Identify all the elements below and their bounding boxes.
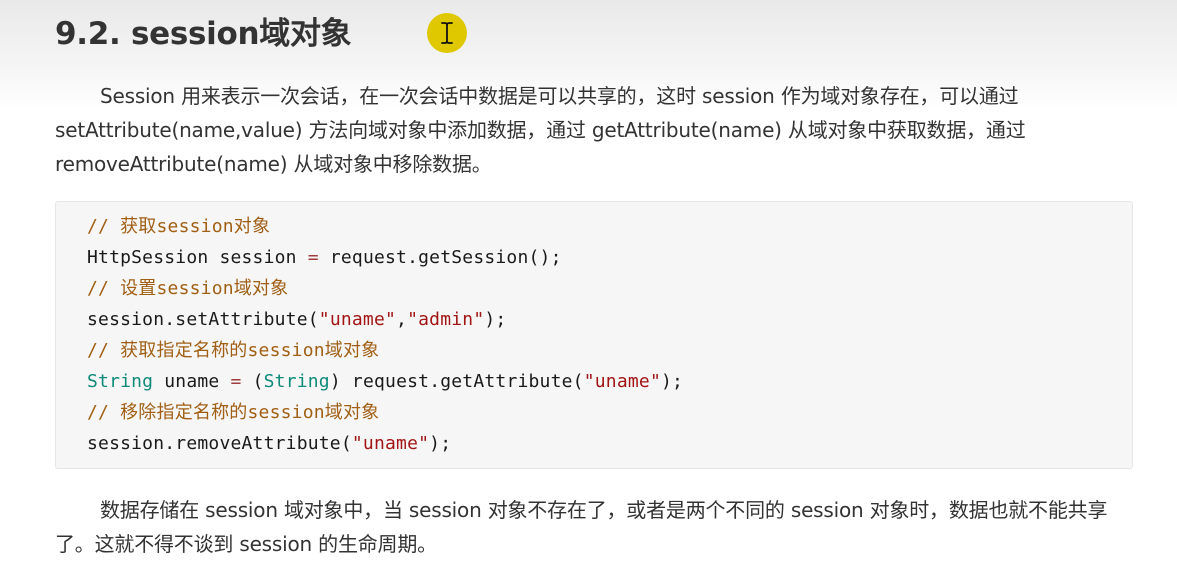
code-string: "uname" — [351, 433, 430, 454]
outro-paragraph: 数据存储在 session 域对象中，当 session 对象不存在了，或者是两… — [55, 498, 1108, 556]
code-token: session.setAttribute( — [87, 309, 319, 330]
code-block: // 获取session对象 HttpSession session = req… — [55, 201, 1133, 469]
code-comment-get-session: // 获取session对象 — [87, 216, 271, 237]
section-heading: 9.2. session域对象 — [55, 16, 352, 52]
code-operator: = — [307, 247, 319, 268]
code-token: , — [396, 309, 408, 330]
code-line-get-attribute: String uname = (String) request.getAttri… — [87, 368, 683, 396]
code-line-set-attribute: session.setAttribute("uname","admin"); — [87, 306, 506, 334]
code-token: ) request.getAttribute( — [329, 371, 584, 392]
code-operator: = — [230, 371, 242, 392]
code-token: ); — [660, 371, 684, 392]
code-type: String — [87, 371, 154, 392]
code-comment-remove-attribute: // 移除指定名称的session域对象 — [87, 402, 380, 423]
code-string: "admin" — [407, 309, 485, 330]
code-token: session.removeAttribute( — [87, 433, 352, 454]
i-beam-glyph — [441, 22, 453, 44]
code-token: request.getSession(); — [318, 247, 562, 268]
code-token: uname — [153, 371, 231, 392]
code-token: HttpSession session — [87, 247, 308, 268]
code-line-remove-attribute: session.removeAttribute("uname"); — [87, 430, 451, 458]
intro-paragraph: Session 用来表示一次会话，在一次会话中数据是可以共享的，这时 sessi… — [55, 84, 1026, 176]
code-comment-set-attribute: // 设置session域对象 — [87, 278, 289, 299]
text-cursor-icon — [427, 13, 467, 53]
code-type: String — [263, 371, 330, 392]
code-comment-get-attribute: // 获取指定名称的session域对象 — [87, 340, 380, 361]
code-string: "uname" — [583, 371, 661, 392]
code-line-get-session: HttpSession session = request.getSession… — [87, 244, 562, 272]
code-string: "uname" — [318, 309, 397, 330]
code-token: ( — [241, 371, 264, 392]
code-token: ); — [429, 433, 452, 454]
code-token: ); — [484, 309, 507, 330]
